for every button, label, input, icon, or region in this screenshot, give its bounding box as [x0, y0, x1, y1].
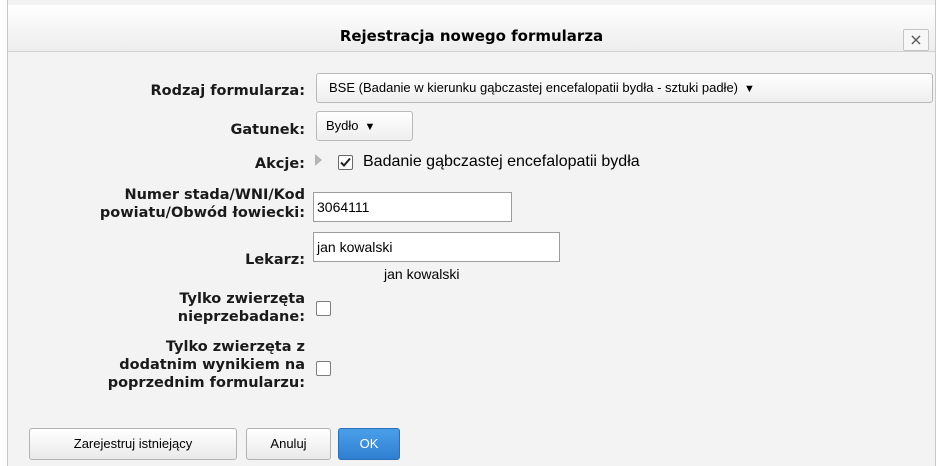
untested-only-checkbox[interactable]	[316, 301, 331, 316]
register-existing-button[interactable]: Zarejestruj istniejący	[29, 428, 237, 460]
species-label: Gatunek:	[230, 122, 305, 138]
untested-only-label-line1: Tylko zwierzęta	[179, 291, 305, 307]
cancel-button[interactable]: Anuluj	[246, 428, 331, 460]
vet-suggestion[interactable]: jan kowalski	[384, 265, 459, 283]
dialog-title: Rejestracja nowego formularza	[339, 27, 604, 45]
positive-only-label-line3: poprzednim formularzu:	[107, 375, 305, 391]
ok-button[interactable]: OK	[338, 428, 400, 460]
species-select[interactable]: Bydło ▼	[316, 111, 413, 141]
positive-only-label-line1: Tylko zwierzęta z	[165, 339, 305, 355]
expand-arrow-icon[interactable]	[315, 154, 322, 166]
actions-label: Akcje:	[254, 156, 305, 172]
form-type-label: Rodzaj formularza:	[150, 83, 305, 99]
herd-number-input[interactable]: 3064111	[313, 192, 512, 222]
action-bse-label: Badanie gąbczastej encefalopatii bydła	[363, 153, 640, 170]
chevron-down-icon: ▼	[364, 121, 376, 133]
species-value: Bydło	[326, 118, 359, 133]
positive-only-label-line2: dodatnim wynikiem na	[119, 357, 305, 373]
register-form-dialog: Rejestracja nowego formularza × Rodzaj f…	[7, 0, 936, 466]
herd-number-label-line1: Numer stada/WNI/Kod	[124, 187, 305, 203]
chevron-down-icon: ▼	[744, 83, 755, 95]
positive-only-checkbox[interactable]	[316, 361, 331, 376]
checkmark-icon	[340, 157, 351, 167]
form-type-value: BSE (Badanie w kierunku gąbczastej encef…	[329, 80, 739, 95]
untested-only-label-line2: nieprzebadane:	[177, 309, 305, 325]
herd-number-label-line2: powiatu/Obwód łowiecki:	[99, 205, 305, 221]
vet-input[interactable]: jan kowalski	[313, 232, 560, 262]
close-button[interactable]: ×	[903, 29, 929, 51]
vet-label: Lekarz:	[245, 252, 305, 268]
close-icon: ×	[909, 30, 923, 49]
form-type-select[interactable]: BSE (Badanie w kierunku gąbczastej encef…	[316, 73, 933, 103]
action-bse-checkbox[interactable]	[338, 155, 353, 170]
